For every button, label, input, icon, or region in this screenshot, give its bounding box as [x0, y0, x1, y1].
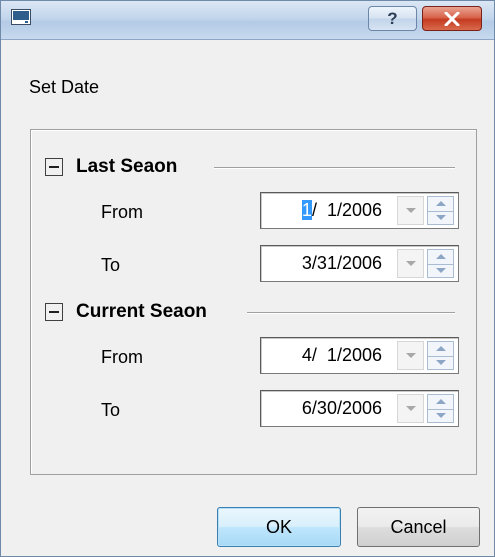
date-rest: / 1/2006 [311, 200, 382, 220]
close-button[interactable] [422, 6, 482, 31]
spin-buttons[interactable] [427, 196, 454, 225]
dropdown-button[interactable] [397, 394, 424, 423]
cancel-button[interactable]: Cancel [357, 507, 480, 547]
date-value[interactable]: 3/31/2006 [302, 253, 382, 274]
dropdown-button[interactable] [397, 341, 424, 370]
arrow-down-icon [436, 268, 446, 273]
title-bar[interactable]: ? [1, 1, 494, 40]
date-value[interactable]: 4/ 1/2006 [302, 345, 382, 366]
from-label: From [101, 347, 143, 367]
arrow-down-icon [436, 413, 446, 418]
chevron-down-icon [406, 208, 416, 213]
spin-up-button[interactable] [428, 342, 453, 357]
spin-up-button[interactable] [428, 197, 453, 212]
ok-button[interactable]: OK [217, 507, 341, 547]
spin-buttons[interactable] [427, 394, 454, 423]
chevron-down-icon [406, 353, 416, 358]
spin-down-button[interactable] [428, 264, 453, 278]
chevron-down-icon [406, 406, 416, 411]
chevron-down-icon [406, 261, 416, 266]
current-season-to-date-picker[interactable]: 6/30/2006 [260, 390, 459, 427]
date-rest: 4/ 1/2006 [301, 345, 382, 365]
spin-up-button[interactable] [428, 250, 453, 265]
from-label: From [101, 202, 143, 222]
date-value[interactable]: 1/ 1/2006 [301, 200, 382, 221]
section-title: Current Seaon [76, 301, 207, 322]
to-label: To [101, 255, 121, 275]
date-rest: 6/30/2006 [301, 398, 382, 418]
collapse-toggle-icon[interactable] [45, 303, 63, 321]
arrow-down-icon [436, 360, 446, 365]
spin-buttons[interactable] [427, 341, 454, 370]
last-season-to-date-picker[interactable]: 3/31/2006 [260, 245, 459, 282]
dropdown-button[interactable] [397, 249, 424, 278]
spin-down-button[interactable] [428, 409, 453, 423]
arrow-down-icon [436, 215, 446, 220]
date-value[interactable]: 6/30/2006 [302, 398, 382, 419]
collapse-toggle-icon[interactable] [45, 158, 63, 176]
arrow-up-icon [436, 399, 446, 404]
dropdown-button[interactable] [397, 196, 424, 225]
help-button[interactable]: ? [368, 6, 417, 31]
spin-buttons[interactable] [427, 249, 454, 278]
to-label: To [101, 400, 121, 420]
spin-up-button[interactable] [428, 395, 453, 410]
dialog-window: ? Set Date Last Seaon From 1/ 1/2006 To … [0, 0, 495, 557]
current-season-from-date-picker[interactable]: 4/ 1/2006 [260, 337, 459, 374]
section-title: Last Seaon [76, 156, 178, 177]
app-icon [11, 9, 31, 25]
close-icon [444, 12, 460, 26]
section-divider [247, 312, 455, 314]
section-divider [214, 167, 455, 169]
date-selected-segment[interactable]: 1 [301, 200, 312, 220]
last-season-from-date-picker[interactable]: 1/ 1/2006 [260, 192, 459, 229]
arrow-up-icon [436, 254, 446, 259]
arrow-up-icon [436, 201, 446, 206]
spin-down-button[interactable] [428, 356, 453, 370]
set-date-label: Set Date [29, 77, 100, 97]
spin-down-button[interactable] [428, 211, 453, 225]
arrow-up-icon [436, 346, 446, 351]
date-rest: 3/31/2006 [301, 253, 382, 273]
